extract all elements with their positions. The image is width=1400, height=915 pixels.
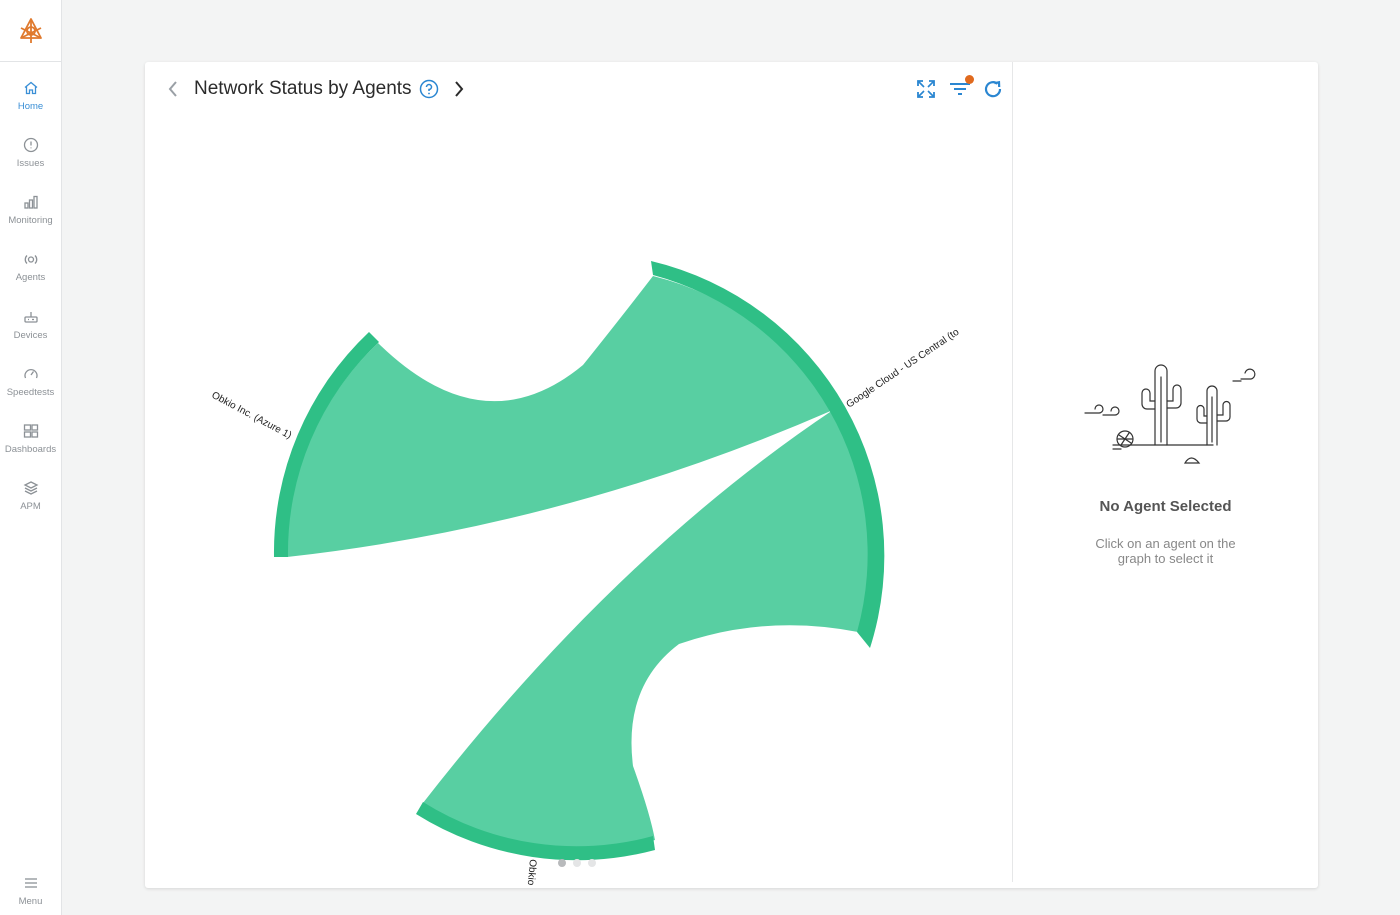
sidebar-item-speedtests[interactable]: Speedtests — [0, 356, 61, 408]
agent-icon — [21, 249, 41, 269]
chevron-left-icon — [168, 81, 177, 97]
sidebar-item-issues[interactable]: Issues — [0, 127, 61, 179]
sidebar-item-label: APM — [20, 501, 41, 512]
chord-diagram: Obkio Inc. (Azure 1) Google Cloud - US C… — [145, 116, 1012, 915]
chord-label-azure[interactable]: Obkio Inc. (Azure 1) — [210, 390, 294, 441]
sidebar-item-label: Dashboards — [4, 444, 57, 455]
filter-button[interactable] — [948, 75, 974, 101]
layers-icon — [21, 478, 41, 498]
menu-button[interactable]: Menu — [0, 865, 61, 915]
page-dot-2[interactable] — [573, 859, 581, 867]
sidebar-item-devices[interactable]: Devices — [0, 299, 61, 351]
alert-circle-icon — [21, 135, 41, 155]
dashboard-icon — [21, 421, 41, 441]
sidebar-item-label: Home — [17, 101, 44, 112]
logo[interactable] — [0, 0, 61, 62]
router-icon — [21, 307, 41, 327]
bar-chart-icon — [21, 192, 41, 212]
page-dot-1[interactable] — [558, 859, 566, 867]
sidebar-item-home[interactable]: Home — [0, 70, 61, 122]
page-dot-3[interactable] — [588, 859, 596, 867]
home-icon — [21, 78, 41, 98]
sidebar-item-label: Agents — [15, 272, 46, 283]
sidebar-item-label: Issues — [16, 158, 45, 169]
network-status-card: Network Status by Agents Obkio Inc. (Azu… — [145, 62, 1318, 915]
chord-label-aws[interactable]: Obkio Inc. (AWS 1) — [520, 859, 538, 915]
expand-icon — [917, 80, 935, 98]
sidebar-item-dashboards[interactable]: Dashboards — [0, 413, 61, 465]
desert-cactus-illustration — [1073, 357, 1258, 472]
sidebar-item-agents[interactable]: Agents — [0, 241, 61, 293]
agent-detail-panel: No Agent Selected Click on an agent on t… — [1013, 62, 1318, 888]
sidebar-item-monitoring[interactable]: Monitoring — [0, 184, 61, 236]
chevron-right-icon — [455, 81, 464, 97]
refresh-button[interactable] — [981, 77, 1005, 101]
refresh-icon — [984, 80, 1002, 98]
obkio-logo-icon — [19, 17, 42, 43]
previous-button[interactable] — [163, 78, 183, 100]
notification-dot — [965, 75, 974, 84]
menu-label: Menu — [18, 896, 43, 907]
hamburger-icon — [21, 873, 41, 893]
next-button[interactable] — [449, 78, 469, 100]
sidebar-item-label: Monitoring — [8, 215, 53, 226]
sidebar-item-label: Speedtests — [6, 387, 55, 398]
speedometer-icon — [21, 364, 41, 384]
empty-state-title: No Agent Selected — [1099, 498, 1232, 515]
sidebar-item-apm[interactable]: APM — [0, 470, 61, 522]
help-icon[interactable] — [419, 79, 439, 99]
sidebar: Home Issues Monitoring Agents Devices Sp… — [0, 0, 62, 915]
pagination-dots — [558, 859, 596, 867]
expand-button[interactable] — [914, 77, 938, 101]
card-header: Network Status by Agents — [145, 62, 1012, 116]
page-title: Network Status by Agents — [194, 78, 412, 99]
sidebar-item-label: Devices — [13, 330, 48, 341]
empty-state-subtitle: Click on an agent on the graph to select… — [1095, 536, 1236, 566]
chord-label-gcloud[interactable]: Google Cloud - US Central (to — [845, 327, 962, 411]
